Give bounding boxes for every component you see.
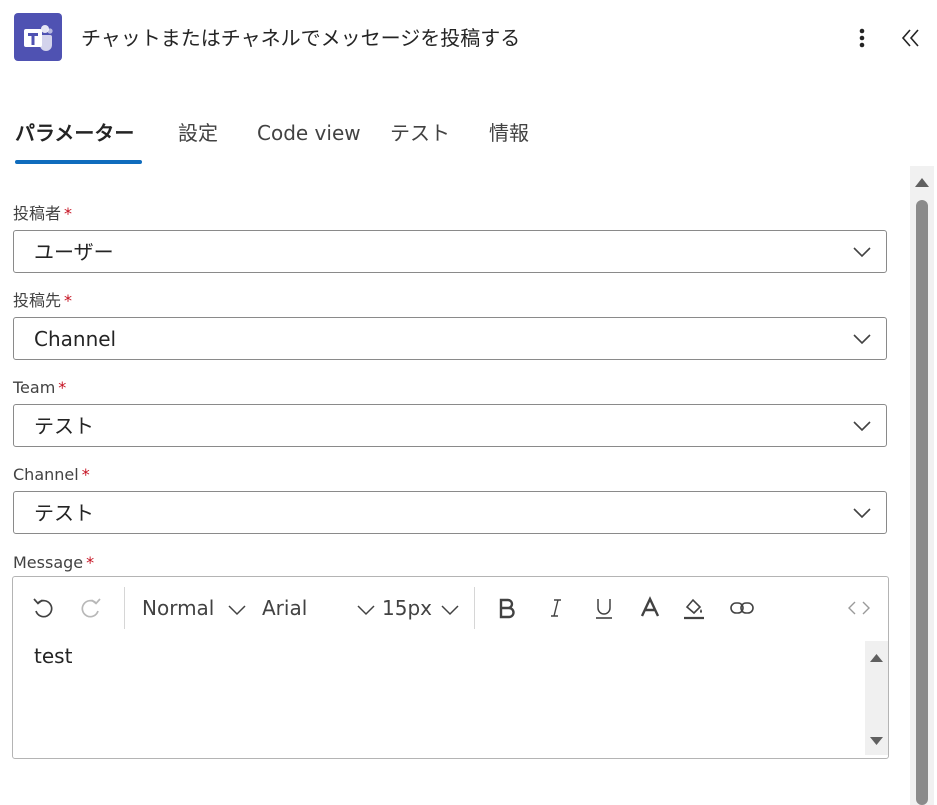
post-as-value: ユーザー	[34, 240, 114, 264]
toolbar-divider	[474, 587, 475, 629]
scroll-arrows-icon	[870, 654, 883, 745]
panel-title: チャットまたはチャネルでメッセージを投稿する	[81, 26, 521, 50]
chevron-down-icon	[357, 604, 375, 615]
paint-bucket-icon	[684, 598, 704, 620]
channel-dropdown[interactable]: テスト	[13, 491, 887, 534]
required-marker: *	[64, 204, 73, 223]
chevron-down-icon	[853, 247, 871, 258]
scroll-up-icon[interactable]	[910, 166, 934, 196]
message-label: Message *	[13, 553, 95, 572]
chevron-down-icon	[853, 421, 871, 432]
font-family-select[interactable]: Arial	[262, 595, 376, 621]
bold-icon	[499, 598, 515, 619]
italic-button[interactable]	[543, 595, 569, 621]
tab-code-view[interactable]: Code view	[257, 118, 361, 148]
font-size-value: 15px	[382, 596, 432, 620]
undo-button[interactable]	[30, 595, 56, 621]
font-color-button[interactable]	[637, 595, 663, 621]
post-as-dropdown[interactable]: ユーザー	[13, 230, 887, 273]
message-body[interactable]: test	[34, 643, 72, 669]
tab-parameters[interactable]: パラメーター	[15, 118, 134, 148]
tab-bar: パラメーター 設定 Code view テスト 情報	[0, 110, 937, 166]
chevron-down-icon	[853, 334, 871, 345]
channel-value: テスト	[34, 501, 94, 525]
post-as-label: 投稿者 *	[13, 204, 73, 223]
post-in-label: 投稿先 *	[13, 291, 73, 310]
underline-icon	[596, 599, 612, 619]
paragraph-style-select[interactable]: Normal	[142, 595, 247, 621]
chevron-down-icon	[441, 604, 459, 615]
tab-settings[interactable]: 設定	[178, 118, 218, 148]
active-tab-indicator	[15, 160, 142, 164]
chevron-down-icon	[228, 604, 246, 615]
tab-about[interactable]: 情報	[489, 118, 529, 148]
double-chevron-left-icon	[901, 29, 919, 47]
post-in-value: Channel	[34, 327, 117, 351]
toolbar-divider	[124, 587, 125, 629]
code-view-toggle-button[interactable]	[846, 595, 872, 621]
chevron-down-icon	[853, 508, 871, 519]
channel-label: Channel *	[13, 465, 90, 484]
italic-icon	[551, 599, 561, 617]
required-marker: *	[81, 465, 90, 484]
team-dropdown[interactable]: テスト	[13, 404, 887, 447]
required-marker: *	[64, 291, 73, 310]
required-marker: *	[58, 378, 67, 397]
team-label: Team *	[13, 378, 67, 397]
redo-icon	[81, 598, 101, 618]
undo-icon	[33, 598, 53, 618]
font-family-value: Arial	[262, 596, 308, 620]
editor-scrollbar[interactable]	[865, 641, 888, 755]
team-value: テスト	[34, 414, 94, 438]
highlight-button[interactable]	[681, 595, 707, 621]
underline-button[interactable]	[591, 595, 617, 621]
more-options-button[interactable]	[850, 24, 874, 52]
editor-toolbar: Normal Arial 15px	[13, 577, 888, 639]
link-icon	[730, 602, 754, 614]
post-in-dropdown[interactable]: Channel	[13, 317, 887, 360]
more-vertical-icon	[859, 28, 865, 48]
message-editor: Normal Arial 15px test	[12, 576, 889, 759]
code-icon	[848, 601, 870, 615]
redo-button[interactable]	[78, 595, 104, 621]
insert-link-button[interactable]	[729, 595, 755, 621]
scrollbar-thumb[interactable]	[916, 200, 928, 805]
panel-header: チャットまたはチャネルでメッセージを投稿する	[0, 0, 937, 76]
collapse-panel-button[interactable]	[898, 24, 924, 52]
paragraph-style-value: Normal	[142, 596, 215, 620]
font-color-icon	[640, 596, 660, 617]
bold-button[interactable]	[494, 595, 520, 621]
teams-icon	[14, 13, 62, 61]
required-marker: *	[86, 553, 95, 572]
tab-test[interactable]: テスト	[390, 118, 450, 148]
font-size-select[interactable]: 15px	[382, 595, 460, 621]
panel-scrollbar[interactable]	[910, 166, 934, 805]
